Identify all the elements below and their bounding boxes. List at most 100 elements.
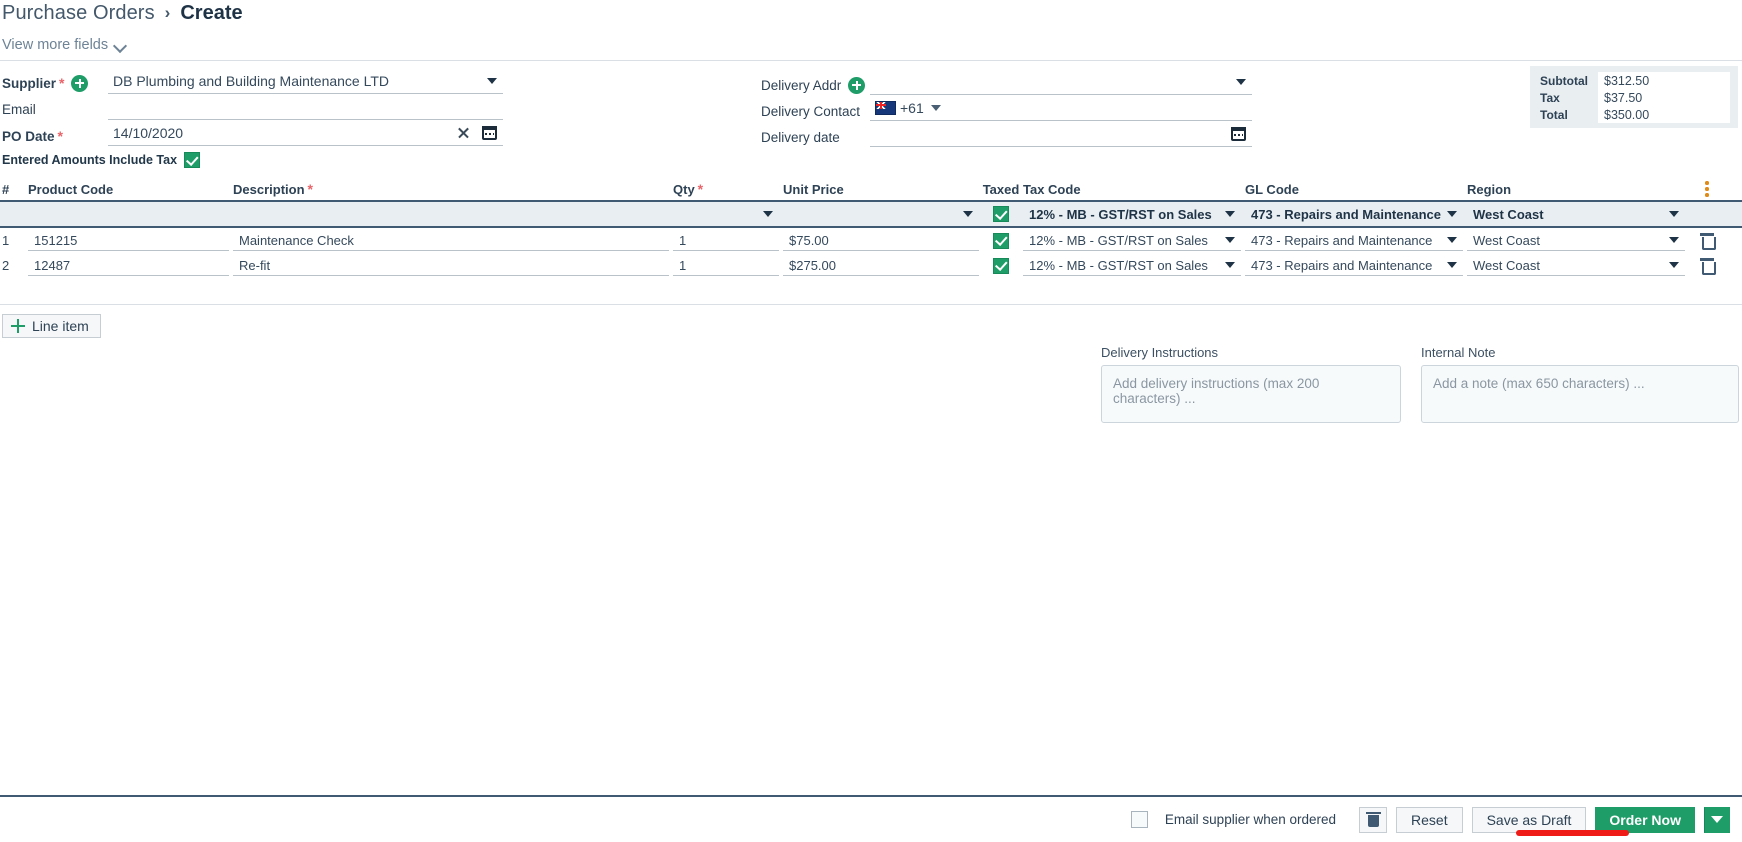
add-line-item-button[interactable]: Line item: [2, 314, 101, 338]
column-header-gl-code[interactable]: GL Code: [1245, 182, 1467, 197]
row-product-code-cell[interactable]: 151215: [28, 230, 233, 251]
row-taxed-cell[interactable]: [983, 232, 1023, 249]
row-delete-button[interactable]: [1689, 258, 1729, 275]
delivery-contact-dial-code: +61: [900, 99, 924, 116]
order-now-button[interactable]: Order Now: [1595, 806, 1695, 833]
filter-tax-code-cell[interactable]: 12% - MB - GST/RST on Sales: [1023, 204, 1245, 225]
row-description-cell[interactable]: Re-fit: [233, 255, 673, 276]
add-supplier-icon[interactable]: [71, 74, 89, 92]
row-unit-price-cell[interactable]: $75.00: [783, 230, 983, 251]
row-tax-code-cell[interactable]: 12% - MB - GST/RST on Sales: [1023, 230, 1245, 251]
chevron-down-icon: [1225, 211, 1235, 217]
po-date-field[interactable]: 14/10/2020: [108, 120, 503, 146]
purchase-order-create-page: Purchase Orders › Create View more field…: [0, 0, 1742, 842]
row-qty-cell[interactable]: 1: [673, 230, 783, 251]
row-unit-price-value: $75.00: [789, 232, 829, 248]
description-required-marker: *: [307, 181, 313, 197]
filter-gl-code-cell[interactable]: 473 - Repairs and Maintenance: [1245, 204, 1467, 225]
column-header-unit-price[interactable]: Unit Price: [783, 182, 983, 197]
row-taxed-cell[interactable]: [983, 257, 1023, 274]
filter-taxed-checkbox[interactable]: [993, 206, 1009, 222]
save-as-draft-button[interactable]: Save as Draft: [1471, 806, 1587, 833]
row-taxed-checkbox[interactable]: [993, 232, 1009, 249]
email-label-group: Email: [2, 98, 36, 120]
grid-filter-row: 12% - MB - GST/RST on Sales 473 - Repair…: [0, 202, 1742, 228]
row-region-cell[interactable]: West Coast: [1467, 255, 1689, 276]
reset-button[interactable]: Reset: [1396, 806, 1463, 833]
delivery-instructions-label: Delivery Instructions: [1101, 345, 1219, 360]
row-region-cell[interactable]: West Coast: [1467, 230, 1689, 251]
line-items-grid: # Product Code Description * Qty * Unit Pr…: [0, 178, 1742, 278]
row-qty-value: 1: [679, 257, 687, 273]
entered-amounts-include-tax-group: Entered Amounts Include Tax: [2, 152, 201, 168]
supplier-value: DB Plumbing and Building Maintenance LTD: [113, 72, 390, 89]
trash-icon[interactable]: [1700, 233, 1716, 250]
row-unit-price-value: $275.00: [789, 257, 836, 273]
column-header-description[interactable]: Description *: [233, 181, 673, 197]
calendar-icon[interactable]: [482, 125, 497, 140]
filter-product-code-cell[interactable]: [28, 204, 233, 225]
column-header-tax-code[interactable]: Tax Code: [1023, 182, 1245, 197]
chevron-down-icon[interactable]: [930, 104, 941, 111]
row-gl-code-cell[interactable]: 473 - Repairs and Maintenance: [1245, 255, 1467, 276]
row-tax-code-value: 12% - MB - GST/RST on Sales: [1029, 257, 1208, 273]
calendar-icon[interactable]: [1231, 126, 1246, 141]
filter-qty-cell[interactable]: [673, 204, 783, 225]
row-gl-code-cell[interactable]: 473 - Repairs and Maintenance: [1245, 230, 1467, 251]
row-taxed-checkbox[interactable]: [993, 257, 1009, 274]
tax-value: $37.50: [1598, 89, 1730, 106]
row-qty-value: 1: [679, 232, 687, 248]
column-header-region[interactable]: Region: [1467, 182, 1689, 197]
row-delete-button[interactable]: [1689, 233, 1729, 250]
chevron-down-icon: [1236, 78, 1246, 85]
email-supplier-checkbox[interactable]: [1130, 811, 1148, 828]
row-product-code-value: 12487: [34, 257, 71, 273]
add-line-item-label: Line item: [32, 318, 89, 334]
delivery-address-select[interactable]: [870, 69, 1252, 95]
delete-purchase-order-button[interactable]: [1359, 806, 1388, 833]
supplier-select[interactable]: DB Plumbing and Building Maintenance LTD: [108, 68, 503, 94]
supplier-label-group: Supplier *: [2, 72, 89, 94]
po-date-label-group: PO Date *: [2, 125, 63, 147]
page-title: Create: [180, 1, 243, 24]
internal-note-input[interactable]: Add a note (max 650 characters) ...: [1421, 365, 1739, 423]
grid-options-menu[interactable]: [1689, 181, 1729, 197]
breadcrumb-root-link[interactable]: Purchase Orders: [2, 2, 155, 25]
trash-icon[interactable]: [1700, 258, 1716, 275]
view-more-fields-toggle[interactable]: View more fields: [2, 37, 126, 53]
add-delivery-address-icon[interactable]: [848, 76, 866, 94]
delivery-instructions-input[interactable]: Add delivery instructions (max 200 chara…: [1101, 365, 1401, 423]
chevron-down-icon: [1447, 262, 1457, 268]
annotation-underline: [1516, 830, 1629, 836]
delivery-date-field[interactable]: [870, 121, 1252, 147]
table-row: 1 151215 Maintenance Check 1 $75.00 12% …: [0, 228, 1742, 253]
row-qty-cell[interactable]: 1: [673, 255, 783, 276]
delivery-contact-field[interactable]: +61: [870, 95, 1252, 121]
filter-region-value: West Coast: [1473, 206, 1544, 222]
filter-taxed-cell[interactable]: [983, 206, 1023, 222]
grid-header-row: # Product Code Description * Qty * Unit Pr…: [0, 178, 1742, 202]
delivery-date-label: Delivery date: [761, 129, 840, 145]
totals-row-total: Total $350.00: [1540, 106, 1730, 123]
email-field[interactable]: [108, 94, 503, 120]
column-header-description-label: Description: [233, 181, 305, 197]
row-unit-price-cell[interactable]: $275.00: [783, 255, 983, 276]
row-tax-code-cell[interactable]: 12% - MB - GST/RST on Sales: [1023, 255, 1245, 276]
close-icon[interactable]: [457, 126, 470, 139]
grid-bottom-divider: [0, 304, 1742, 305]
column-header-qty-label: Qty: [673, 181, 695, 197]
delivery-contact-label-group: Delivery Contact: [761, 100, 860, 122]
column-header-product-code[interactable]: Product Code: [28, 182, 233, 197]
column-header-qty[interactable]: Qty *: [673, 181, 783, 197]
filter-region-cell[interactable]: West Coast: [1467, 204, 1689, 225]
filter-unit-price-cell[interactable]: [783, 204, 983, 225]
row-product-code-cell[interactable]: 12487: [28, 255, 233, 276]
row-description-cell[interactable]: Maintenance Check: [233, 230, 673, 251]
kebab-menu-icon[interactable]: [1705, 181, 1709, 197]
column-header-taxed[interactable]: Taxed: [983, 182, 1023, 197]
entered-amounts-include-tax-checkbox[interactable]: [184, 152, 201, 168]
breadcrumb: Purchase Orders › Create: [0, 0, 243, 26]
order-now-dropdown-button[interactable]: [1704, 806, 1730, 833]
filter-description-cell[interactable]: [233, 204, 673, 225]
total-value: $350.00: [1598, 106, 1730, 123]
